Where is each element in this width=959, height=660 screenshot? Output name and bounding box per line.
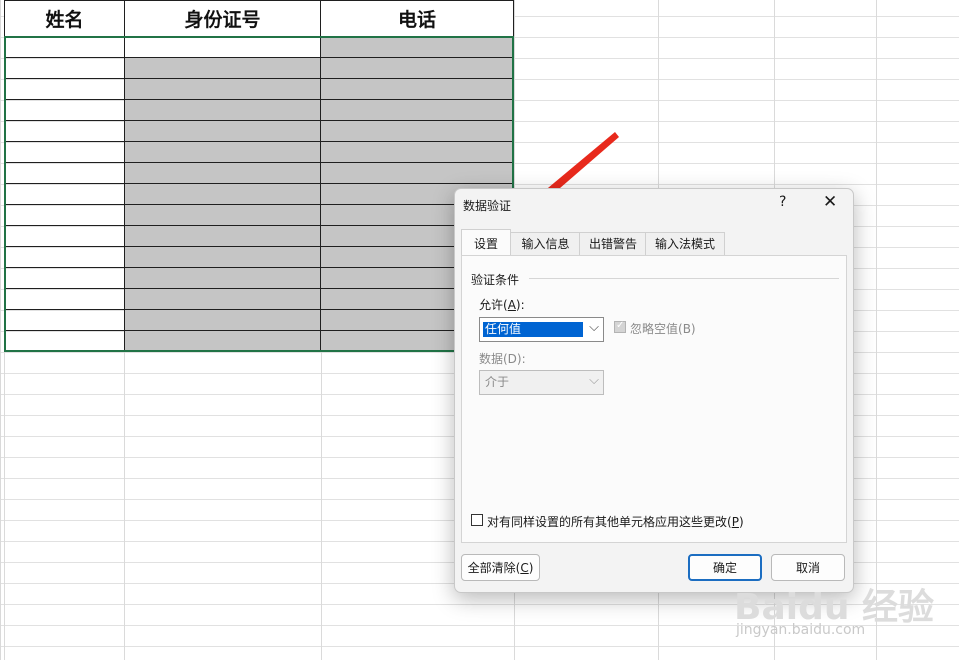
clear-all-button[interactable]: 全部清除(C): [461, 554, 540, 581]
validation-criteria-label: 验证条件: [471, 273, 520, 287]
ignore-blank-checkbox[interactable]: ✓: [614, 320, 626, 333]
allow-select-value: 任何值: [483, 322, 583, 337]
cancel-button[interactable]: 取消: [771, 554, 845, 581]
watermark-url: jingyan.baidu.com: [736, 622, 866, 638]
dialog-title: 数据验证: [463, 199, 512, 213]
tab-error-alert[interactable]: 出错警告: [579, 232, 647, 256]
tab-ime-mode[interactable]: 输入法模式: [645, 232, 725, 256]
chevron-down-icon: ⌵: [589, 320, 599, 335]
allow-select[interactable]: 任何值 ⌵: [479, 317, 604, 342]
close-icon[interactable]: ✕: [823, 192, 837, 212]
data-select[interactable]: 介于 ⌵: [479, 370, 604, 395]
tab-input-message[interactable]: 输入信息: [510, 232, 581, 256]
group-divider: [529, 278, 839, 279]
help-icon[interactable]: ?: [779, 194, 786, 210]
settings-panel: 验证条件 允许(A): 任何值 ⌵ ✓ 忽略空值(B) 数据(D): 介于 ⌵ …: [461, 255, 847, 543]
ignore-blank-label: 忽略空值(B): [630, 322, 696, 336]
apply-all-label: 对有同样设置的所有其他单元格应用这些更改(P): [487, 515, 744, 529]
data-validation-dialog: 数据验证 ? ✕ 设置 输入信息 出错警告 输入法模式 验证条件 允许(A): …: [454, 188, 854, 593]
allow-label: 允许(A):: [479, 298, 525, 312]
apply-all-checkbox[interactable]: [471, 514, 483, 526]
data-select-value: 介于: [485, 375, 510, 389]
chevron-down-icon: ⌵: [589, 373, 599, 388]
checkmark-icon: ✓: [616, 320, 625, 331]
tab-settings[interactable]: 设置: [461, 229, 511, 256]
baidu-watermark: Baidu 经验 jingyan.baidu.com: [734, 578, 934, 638]
data-label: 数据(D):: [479, 352, 526, 366]
ok-button[interactable]: 确定: [688, 554, 762, 581]
